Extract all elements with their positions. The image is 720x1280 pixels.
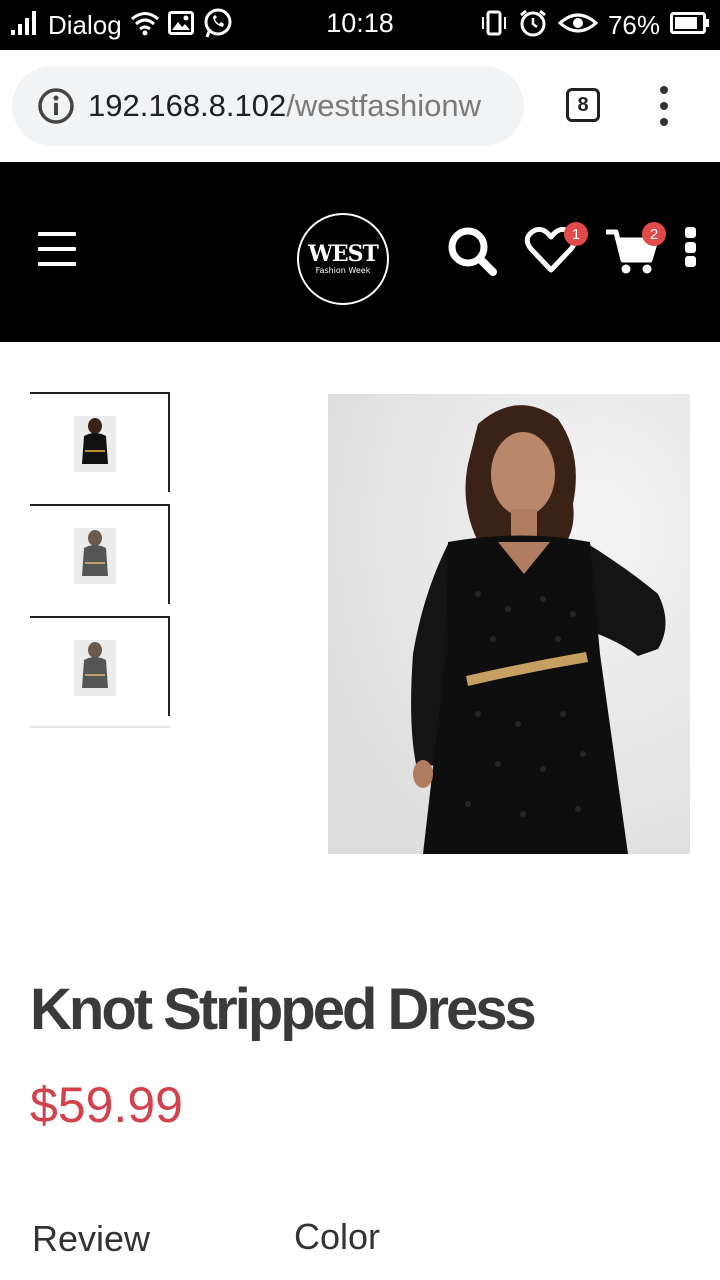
product-price: $59.99 bbox=[30, 1077, 183, 1133]
logo-main-text: WEST bbox=[308, 241, 379, 267]
battery-percent: 76% bbox=[607, 9, 660, 40]
thumbnail-image bbox=[74, 528, 116, 584]
tab-review[interactable]: Review bbox=[32, 1218, 150, 1260]
logo-sub-text: Fashion Week bbox=[315, 266, 371, 275]
site-logo[interactable]: WEST Fashion Week bbox=[297, 213, 389, 305]
thumbnail-image bbox=[74, 416, 116, 472]
url-text[interactable]: 192.168.8.102/westfashionw bbox=[88, 88, 508, 124]
address-bar[interactable]: 192.168.8.102/westfashionw bbox=[12, 66, 524, 146]
thumbnail-2[interactable] bbox=[30, 504, 170, 604]
wishlist-count-badge: 1 bbox=[564, 222, 588, 246]
more-options-icon[interactable] bbox=[683, 227, 697, 267]
thumbnail-divider bbox=[30, 726, 170, 728]
url-path: /westfashionw bbox=[286, 88, 481, 123]
tab-color[interactable]: Color bbox=[294, 1216, 380, 1258]
thumbnail-1[interactable] bbox=[30, 392, 170, 492]
thumbnail-3[interactable] bbox=[30, 616, 170, 716]
url-host: 192.168.8.102 bbox=[88, 88, 287, 123]
info-icon[interactable] bbox=[36, 86, 76, 126]
menu-icon[interactable] bbox=[38, 232, 76, 266]
battery-icon bbox=[670, 11, 710, 39]
product-title: Knot Stripped Dress bbox=[30, 977, 537, 1042]
site-header: WEST Fashion Week 1 2 bbox=[0, 162, 720, 342]
alarm-icon bbox=[518, 8, 548, 42]
status-bar: Dialog 10:18 76% bbox=[0, 0, 720, 50]
eye-comfort-icon bbox=[557, 11, 599, 39]
vibrate-icon bbox=[480, 9, 508, 41]
browser-toolbar: 192.168.8.102/westfashionw 8 bbox=[0, 50, 720, 162]
product-main-image[interactable] bbox=[328, 394, 690, 854]
browser-menu-button[interactable] bbox=[654, 86, 674, 126]
thumbnail-image bbox=[74, 640, 116, 696]
search-icon[interactable] bbox=[446, 225, 498, 281]
thumbnail-list bbox=[30, 392, 172, 728]
cart-count-badge: 2 bbox=[642, 222, 666, 246]
tab-switcher-button[interactable]: 8 bbox=[566, 88, 600, 122]
